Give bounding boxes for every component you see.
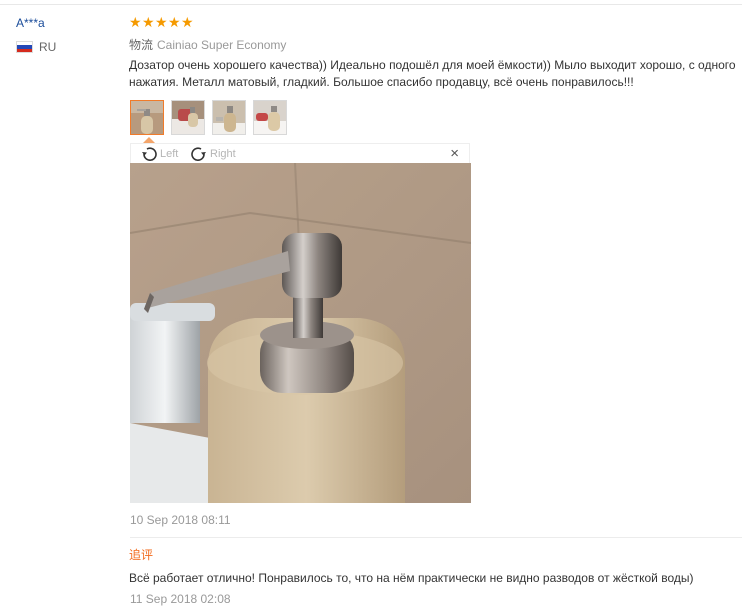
review-thumbnail[interactable] [130,100,164,135]
logistics-label: 物流 [129,38,154,52]
star-icon: ★ [181,14,194,30]
review-photo-large[interactable] [130,163,471,503]
rotate-right-label: Right [210,148,236,160]
russia-flag-icon [16,41,33,53]
followup-date: 11 Sep 2018 02:08 [130,592,231,606]
review-thumbnails [130,100,294,135]
logistics-info: 物流 Cainiao Super Economy [129,36,286,53]
star-icon: ★ [129,14,142,30]
rotate-left-button[interactable]: Left [140,146,178,162]
review-date: 10 Sep 2018 08:11 [130,513,231,527]
star-icon: ★ [142,14,155,30]
followup-divider [130,537,742,538]
reviewer-country: RU [16,40,56,54]
rotate-right-button[interactable]: Right [190,146,236,162]
reviewer-name: A***a [16,16,45,30]
star-rating: ★ ★ ★ ★ ★ [129,14,194,30]
logistics-value: Cainiao Super Economy [157,38,287,52]
followup-text: Всё работает отлично! Понравилось то, чт… [129,571,694,585]
star-icon: ★ [168,14,181,30]
top-divider [0,4,742,5]
review-thumbnail[interactable] [212,100,246,135]
image-viewer-toolbar: Left Right × [130,143,470,163]
rotate-left-icon [142,147,157,161]
review-thumbnail[interactable] [253,100,287,135]
rotate-right-icon [191,147,206,161]
review-thumbnail[interactable] [171,100,205,135]
star-icon: ★ [155,14,168,30]
review-text: Дозатор очень хорошего качества)) Идеаль… [129,58,736,89]
close-viewer-button[interactable]: × [450,144,459,164]
country-code: RU [39,40,57,54]
rotate-left-label: Left [160,148,179,160]
followup-label: 追评 [129,548,154,562]
